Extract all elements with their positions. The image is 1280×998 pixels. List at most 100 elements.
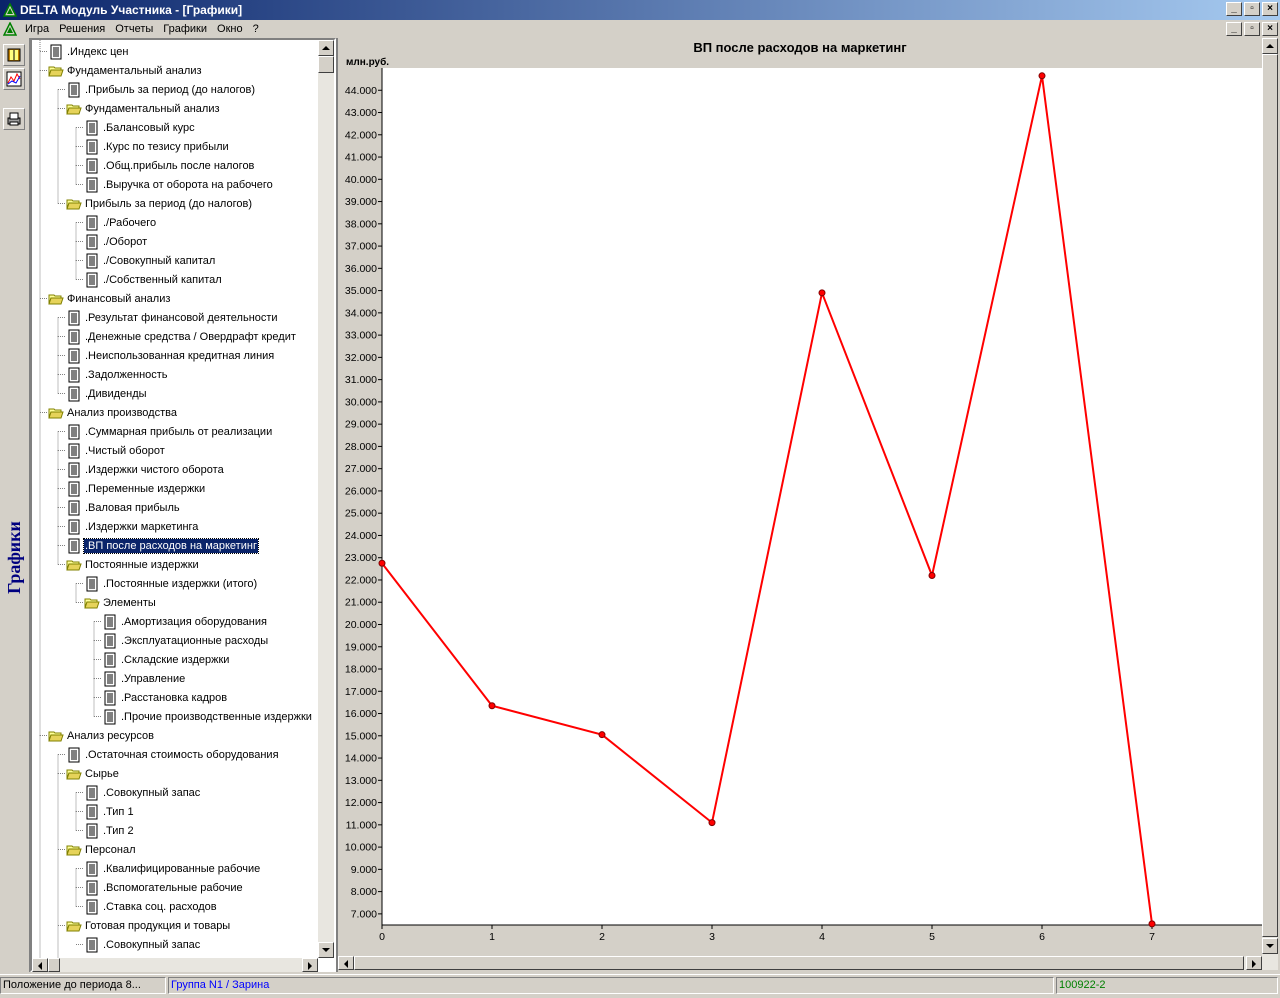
tree-chart-item[interactable]: .Издержки чистого оборота: [66, 460, 225, 479]
scroll-down-button[interactable]: [318, 942, 334, 958]
close-icon: ×: [1267, 3, 1273, 14]
chart-vertical-scrollbar[interactable]: [1262, 38, 1278, 970]
child-restore-button[interactable]: ▫: [1244, 22, 1260, 36]
tree-folder-item[interactable]: Персонал: [66, 840, 137, 859]
tree-chart-item[interactable]: .Тип 2: [84, 821, 135, 840]
chart-scroll-right-button[interactable]: [1246, 956, 1262, 970]
tree-folder-item[interactable]: Финансовый анализ: [48, 289, 171, 308]
tree-chart-item[interactable]: .Переменные издержки: [66, 479, 206, 498]
tree-chart-item[interactable]: .Индекс цен: [48, 42, 129, 61]
restore-button[interactable]: ▫: [1244, 2, 1260, 16]
tree-chart-item[interactable]: ./Собственный капитал: [84, 270, 223, 289]
tree-chart-item[interactable]: ./Совокупный капитал: [84, 251, 216, 270]
tree-chart-item[interactable]: .Суммарная прибыль от реализации: [66, 422, 273, 441]
tree-chart-item[interactable]: .Ставка соц. расходов: [84, 897, 218, 916]
tree-item-label: .Квалифицированные рабочие: [103, 862, 261, 875]
tree-chart-item[interactable]: .Издержки маркетинга: [66, 517, 199, 536]
tree-chart-item[interactable]: .Дивиденды: [66, 384, 148, 403]
chart-scroll-left-button[interactable]: [338, 956, 354, 970]
tree-chart-item[interactable]: .Складские издержки: [102, 650, 230, 669]
tree-chart-item[interactable]: .Совокупный запас: [84, 783, 201, 802]
tree-chart-item[interactable]: .Амортизация оборудования: [102, 612, 268, 631]
data-point[interactable]: [598, 731, 606, 739]
menu-help[interactable]: ?: [248, 20, 264, 38]
tree-folder-item[interactable]: Сырье: [66, 764, 120, 783]
data-point[interactable]: [708, 819, 716, 827]
document-menu-icon[interactable]: [3, 22, 17, 36]
data-point[interactable]: [488, 702, 496, 710]
tree-folder-item[interactable]: Прибыль за период (до налогов): [66, 194, 253, 213]
chart-hscroll-thumb[interactable]: [354, 956, 1244, 970]
tree-chart-item[interactable]: .Задолженность: [66, 365, 169, 384]
book-button[interactable]: [3, 44, 25, 66]
tree-hscroll-thumb[interactable]: [48, 958, 60, 972]
tree-chart-item[interactable]: .Совокупный запас: [84, 935, 201, 954]
tree-chart-item[interactable]: ./Оборот: [84, 232, 148, 251]
tree-chart-item[interactable]: .Чистый оборот: [66, 441, 166, 460]
tree-chart-item[interactable]: .Вспомогательные рабочие: [84, 878, 244, 897]
tree-folder-item[interactable]: Анализ ресурсов: [48, 726, 155, 745]
tree-folder-item[interactable]: Готовая продукция и товары: [66, 916, 231, 935]
menu-game[interactable]: Игра: [20, 20, 54, 38]
tree-scroll-thumb[interactable]: [318, 56, 334, 73]
tree-item-label: .Чистый оборот: [85, 444, 165, 457]
tree-chart-item[interactable]: .Остаточная стоимость оборудования: [66, 745, 280, 764]
data-point[interactable]: [818, 289, 826, 297]
document-icon: [68, 424, 80, 439]
child-close-button[interactable]: ×: [1262, 22, 1278, 36]
tree-chart-item[interactable]: .Выручка от оборота на рабочего: [84, 175, 274, 194]
tree-folder-item[interactable]: Постоянные издержки: [66, 555, 200, 574]
tree-folder-item[interactable]: Фундаментальный анализ: [66, 99, 221, 118]
tree-horizontal-scrollbar[interactable]: [32, 958, 318, 972]
menu-charts[interactable]: Графики: [158, 20, 212, 38]
tree-chart-item[interactable]: .Эксплуатационные расходы: [102, 631, 269, 650]
arrow-left-icon: [344, 960, 348, 968]
chart-scroll-down-button[interactable]: [1262, 938, 1278, 954]
tree-vertical-scrollbar[interactable]: [318, 40, 334, 958]
tree-chart-item[interactable]: .Неиспользованная кредитная линия: [66, 346, 275, 365]
document-icon: [68, 538, 80, 553]
data-point[interactable]: [928, 572, 936, 580]
close-button[interactable]: ×: [1262, 2, 1278, 16]
tree-chart-item[interactable]: .Прочие производственные издержки: [102, 707, 313, 726]
print-button[interactable]: [3, 108, 25, 130]
tree-item-label: .Складские издержки: [121, 653, 230, 666]
tree-chart-item[interactable]: .Прибыль за период (до налогов): [66, 80, 256, 99]
tree-chart-item[interactable]: .Управление: [102, 669, 186, 688]
child-minimize-button[interactable]: _: [1226, 22, 1242, 36]
y-tick-label: 39.000: [345, 196, 377, 208]
tree-folder-item[interactable]: Фундаментальный анализ: [48, 61, 203, 80]
data-point[interactable]: [378, 559, 386, 567]
tree-chart-item[interactable]: .Расстановка кадров: [102, 688, 228, 707]
minimize-button[interactable]: _: [1226, 2, 1242, 16]
scroll-up-button[interactable]: [318, 40, 334, 56]
menu-decisions[interactable]: Решения: [54, 20, 110, 38]
tree-chart-item[interactable]: .Курс по тезису прибыли: [84, 137, 230, 156]
tree-chart-item[interactable]: .Результат финансовой деятельности: [66, 308, 279, 327]
scroll-left-button[interactable]: [32, 958, 48, 972]
tree-chart-item[interactable]: .Балансовый курс: [84, 118, 196, 137]
tree-chart-item[interactable]: .Квалифицированные рабочие: [84, 859, 261, 878]
tree-chart-item[interactable]: .Общ.прибыль после налогов: [84, 156, 255, 175]
data-point[interactable]: [1038, 72, 1046, 80]
tree-chart-item[interactable]: .ВП после расходов на маркетинг: [66, 536, 259, 555]
scroll-right-button[interactable]: [302, 958, 318, 972]
y-tick-label: 31.000: [345, 374, 377, 386]
menu-reports[interactable]: Отчеты: [110, 20, 158, 38]
chart-horizontal-scrollbar[interactable]: [338, 956, 1262, 970]
chart-button[interactable]: [3, 68, 25, 90]
chart-scroll-thumb[interactable]: [1262, 54, 1278, 937]
tree-chart-item[interactable]: .Денежные средства / Овердрафт кредит: [66, 327, 297, 346]
tree-item-label: .Прочие производственные издержки: [121, 710, 312, 723]
tree-folder-item[interactable]: Анализ производства: [48, 403, 178, 422]
document-icon: [104, 671, 116, 686]
tree-chart-item[interactable]: ./Рабочего: [84, 213, 157, 232]
menu-window[interactable]: Окно: [212, 20, 248, 38]
tree-item-label: ./Оборот: [103, 235, 148, 248]
tree-chart-item[interactable]: .Постоянные издержки (итого): [84, 574, 258, 593]
tree-folder-item[interactable]: Элементы: [84, 593, 157, 612]
chart-scroll-up-button[interactable]: [1262, 38, 1278, 54]
data-point[interactable]: [1148, 920, 1156, 928]
tree-chart-item[interactable]: .Валовая прибыль: [66, 498, 181, 517]
tree-chart-item[interactable]: .Тип 1: [84, 802, 135, 821]
